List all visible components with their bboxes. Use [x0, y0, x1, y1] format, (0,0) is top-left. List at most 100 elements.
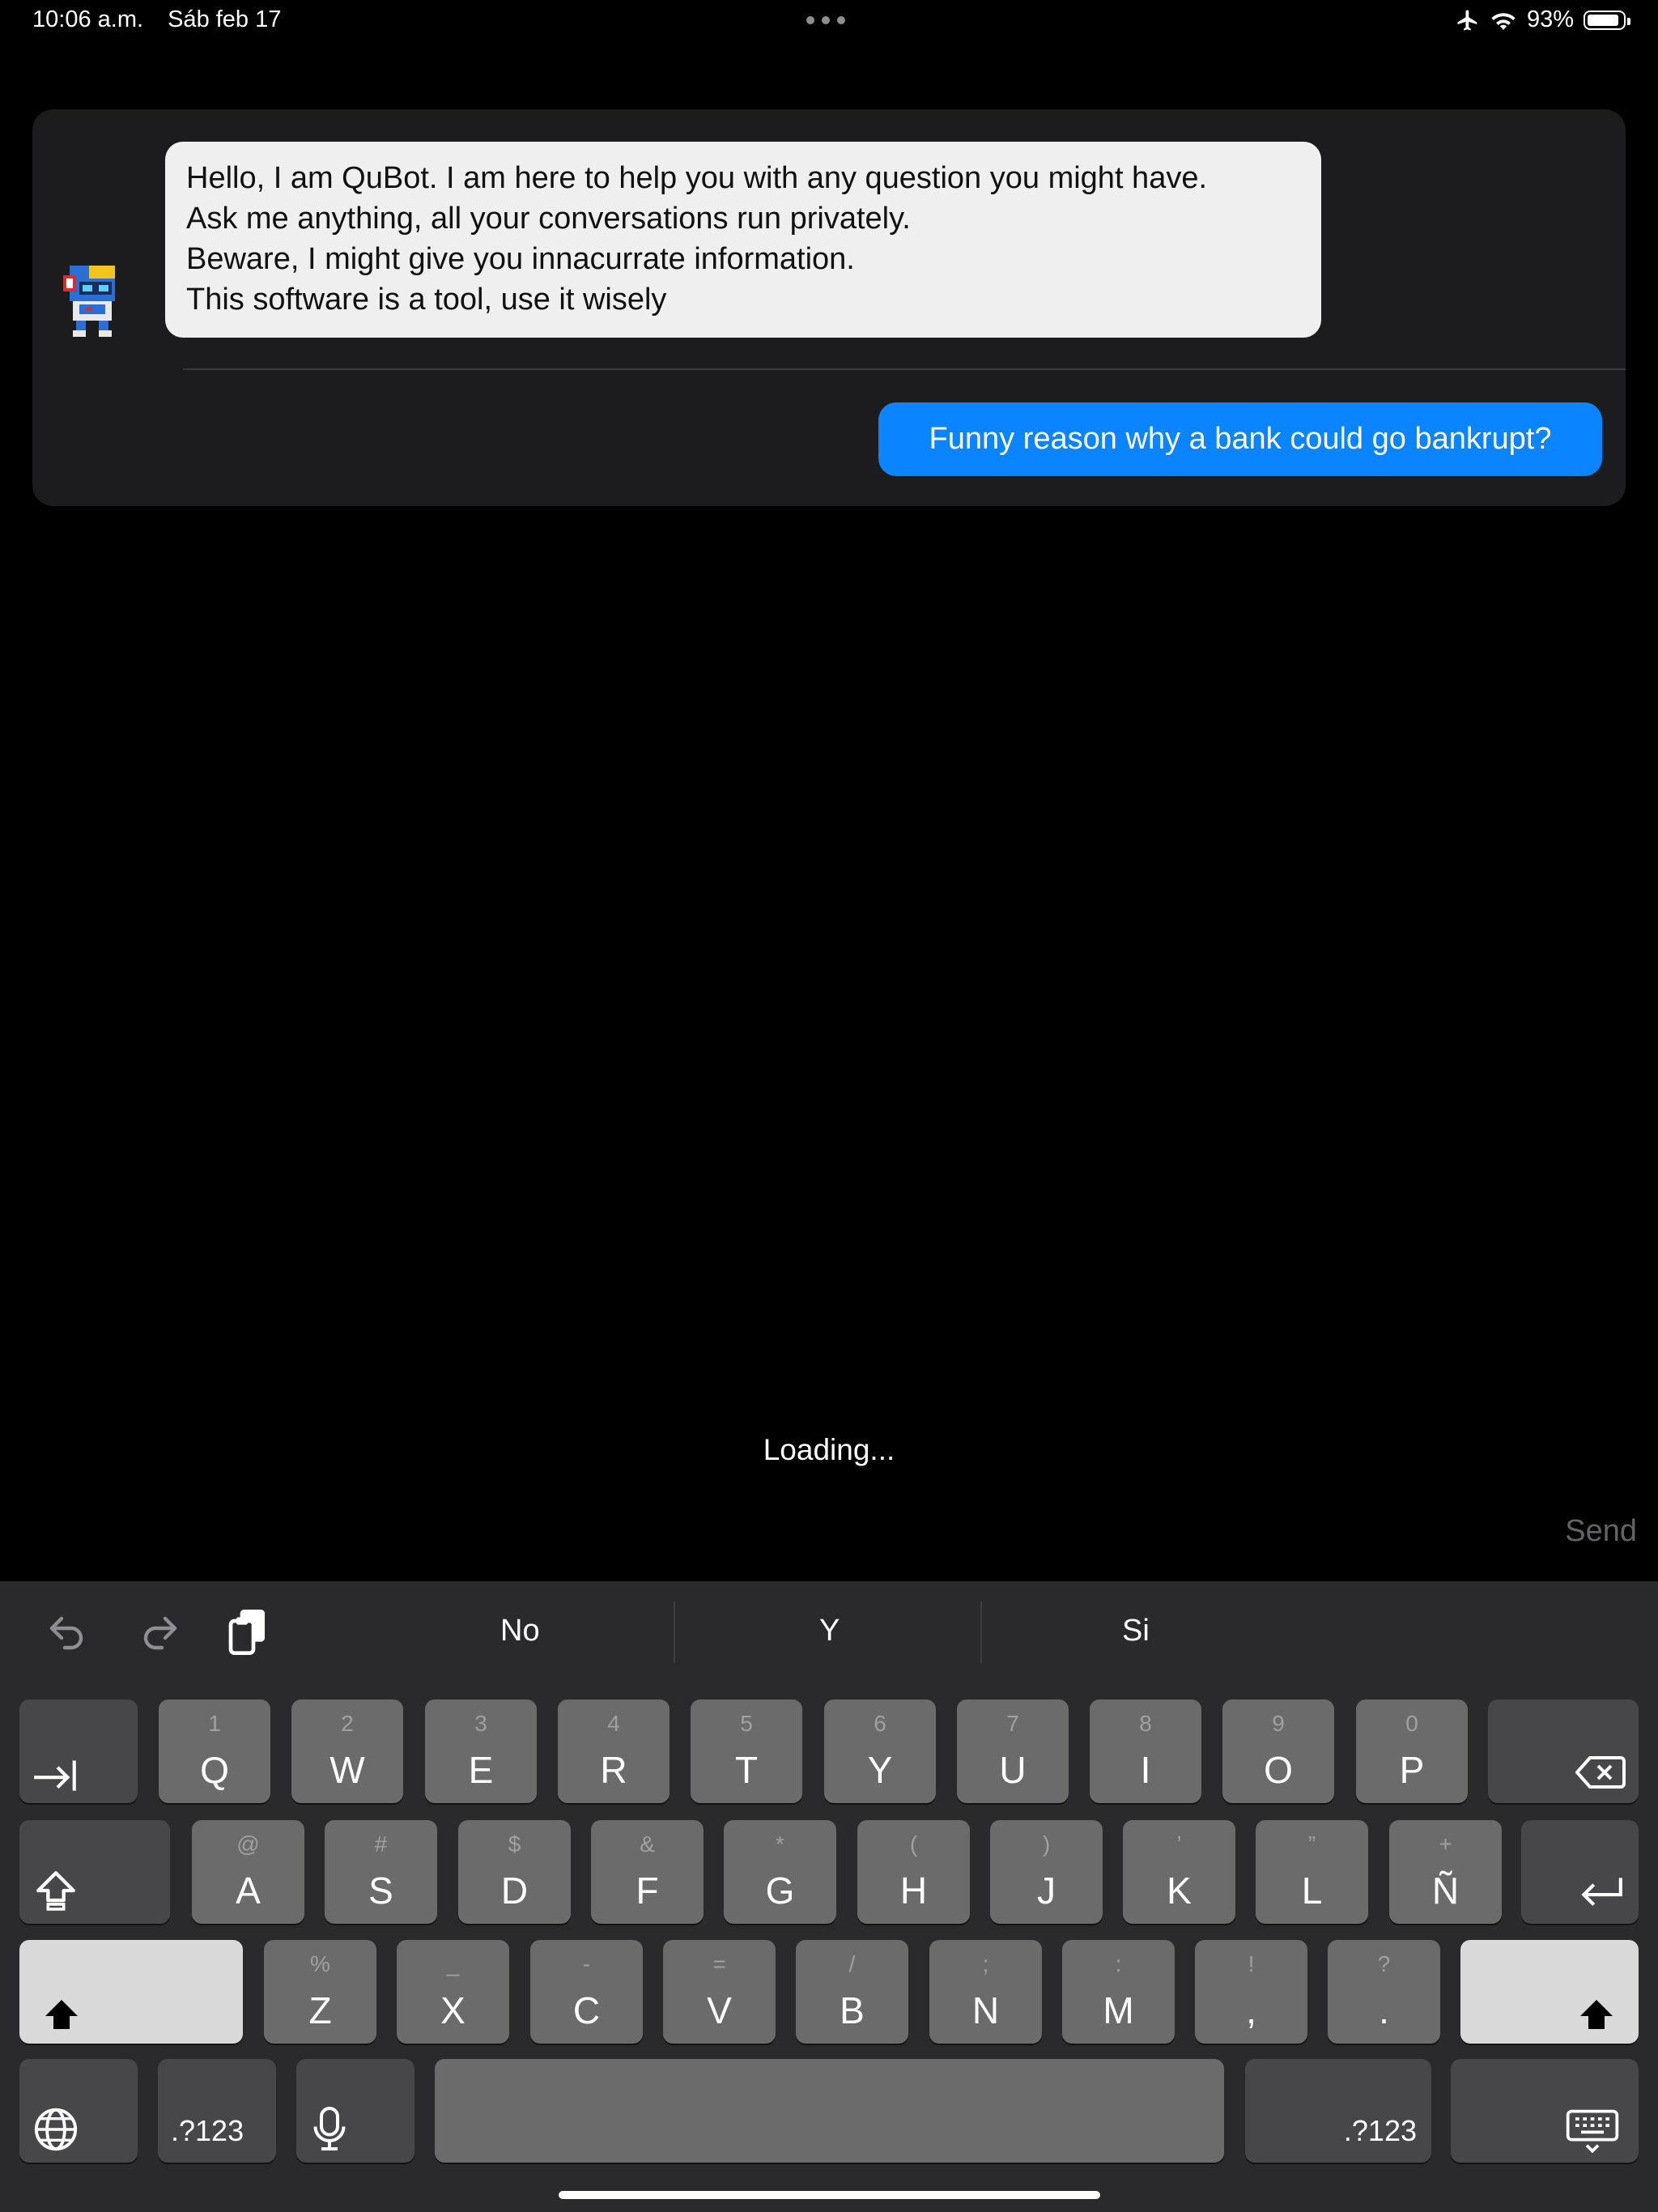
key-l[interactable]: ” L — [1256, 1820, 1368, 1924]
key-a[interactable]: @ A — [192, 1820, 304, 1924]
key-alt-char: _ — [446, 1951, 460, 1976]
qubot-avatar-icon — [63, 266, 115, 337]
battery-icon — [1584, 10, 1630, 30]
key-alt-char: 5 — [740, 1711, 753, 1736]
key-j[interactable]: ) J — [990, 1820, 1103, 1924]
bot-message-line: Hello, I am QuBot. I am here to help you… — [186, 161, 1208, 195]
key-char: M — [1103, 1989, 1134, 2031]
key-g[interactable]: * G — [724, 1820, 836, 1924]
key-c[interactable]: -C — [530, 1940, 643, 2044]
redo-icon[interactable] — [136, 1611, 181, 1652]
key-alt-char: ) — [1042, 1831, 1051, 1857]
key-y[interactable]: 6Y — [824, 1699, 936, 1803]
numbers-key-left[interactable]: .?123 — [158, 2059, 276, 2163]
key-s[interactable]: # S — [325, 1820, 437, 1924]
key-char: S — [368, 1870, 393, 1912]
multitasking-dots-icon[interactable] — [806, 16, 845, 24]
key-u[interactable]: 7U — [957, 1699, 1069, 1803]
key-i[interactable]: 8I — [1090, 1699, 1201, 1803]
key-alt-char: + — [1439, 1831, 1452, 1857]
status-date: Sáb feb 17 — [168, 6, 282, 32]
airplane-icon — [1457, 10, 1477, 30]
suggestion-3[interactable]: Si — [1122, 1614, 1150, 1648]
key-char: L — [1301, 1870, 1323, 1912]
key-char: A — [236, 1870, 261, 1912]
key-char: B — [840, 1989, 865, 2031]
key-char: K — [1167, 1870, 1192, 1912]
key-w[interactable]: 2W — [291, 1699, 403, 1803]
key-h[interactable]: (H — [857, 1820, 970, 1924]
key-.[interactable]: ?. — [1328, 1940, 1440, 2044]
paste-icon[interactable] — [225, 1607, 270, 1657]
key-z[interactable]: % Z — [264, 1940, 376, 2044]
send-button[interactable]: Send — [1565, 1514, 1637, 1549]
key-alt-char: 7 — [1006, 1711, 1019, 1736]
globe-key[interactable] — [19, 2059, 138, 2163]
key-alt-char: ! — [1248, 1951, 1255, 1976]
message-divider — [183, 368, 1626, 370]
key-char: R — [600, 1749, 627, 1791]
space-bar[interactable] — [435, 2059, 1224, 2163]
keyboard-dismiss-icon — [1566, 2109, 1619, 2153]
hide-keyboard-key[interactable] — [1451, 2059, 1639, 2163]
key-r[interactable]: 4R — [558, 1699, 670, 1803]
caps-lock-key[interactable] — [19, 1820, 170, 1924]
shift-icon — [1580, 2000, 1613, 2029]
shift-key-right[interactable] — [1460, 1940, 1639, 2044]
shift-icon — [45, 2000, 78, 2029]
key-,[interactable]: !, — [1195, 1940, 1307, 2044]
key-alt-char: $ — [508, 1831, 521, 1857]
key-q[interactable]: 1Q — [159, 1699, 270, 1803]
key-char: J — [1037, 1870, 1056, 1912]
key-alt-char: & — [640, 1831, 655, 1857]
delete-key[interactable] — [1488, 1699, 1639, 1803]
bot-message-line: This software is a tool, use it wisely — [186, 283, 667, 317]
dictation-key[interactable] — [296, 2059, 414, 2163]
wifi-icon — [1491, 12, 1516, 30]
key-char: C — [572, 1989, 601, 2031]
undo-icon[interactable] — [45, 1611, 91, 1652]
key-char: G — [765, 1870, 795, 1912]
key-k[interactable]: ’ K — [1123, 1820, 1235, 1924]
key-p[interactable]: 0P — [1356, 1699, 1468, 1803]
suggestion-2[interactable]: Y — [819, 1614, 840, 1648]
key-char: U — [999, 1749, 1027, 1791]
loading-indicator: Loading... — [763, 1433, 895, 1466]
key-char: F — [636, 1870, 659, 1912]
key-f[interactable]: & F — [591, 1820, 704, 1924]
key-alt-char: 0 — [1405, 1711, 1418, 1736]
key-alt-char: : — [1115, 1951, 1122, 1976]
key-char: Z — [308, 1989, 332, 2031]
key-b[interactable]: / B — [796, 1940, 908, 2044]
numbers-key-label: .?123 — [1343, 2114, 1417, 2147]
key-char: H — [899, 1870, 928, 1912]
key-alt-char: 2 — [341, 1711, 354, 1736]
suggestion-1[interactable]: No — [500, 1614, 540, 1648]
key-v[interactable]: = V — [663, 1940, 776, 2044]
key-t[interactable]: 5T — [691, 1699, 802, 1803]
numbers-key-right[interactable]: .?123 — [1245, 2059, 1431, 2163]
home-indicator[interactable] — [559, 2191, 1100, 2199]
key-alt-char: 9 — [1272, 1711, 1285, 1736]
status-bar-left: 10:06 a.m. Sáb feb 17 — [32, 6, 299, 33]
key-d[interactable]: $ D — [458, 1820, 571, 1924]
shift-key-left[interactable] — [19, 1940, 243, 2044]
key-ñ[interactable]: + Ñ — [1389, 1820, 1502, 1924]
key-char: P — [1399, 1749, 1425, 1791]
tab-key[interactable] — [19, 1699, 138, 1803]
key-alt-char: 6 — [874, 1711, 886, 1736]
key-e[interactable]: 3E — [425, 1699, 537, 1803]
key-x[interactable]: _ X — [397, 1940, 509, 2044]
key-n[interactable]: ; N — [929, 1940, 1042, 2044]
key-char: V — [707, 1989, 732, 2031]
key-char: D — [500, 1870, 529, 1912]
key-alt-char: % — [310, 1951, 330, 1976]
key-alt-char: 1 — [208, 1711, 221, 1736]
tab-arrow-icon — [34, 1760, 76, 1791]
key-alt-char: @ — [236, 1831, 260, 1857]
return-key[interactable] — [1521, 1820, 1639, 1924]
key-o[interactable]: 9O — [1222, 1699, 1334, 1803]
key-alt-char: - — [582, 1951, 591, 1976]
key-m[interactable]: :M — [1062, 1940, 1175, 2044]
suggestion-divider — [674, 1602, 675, 1663]
